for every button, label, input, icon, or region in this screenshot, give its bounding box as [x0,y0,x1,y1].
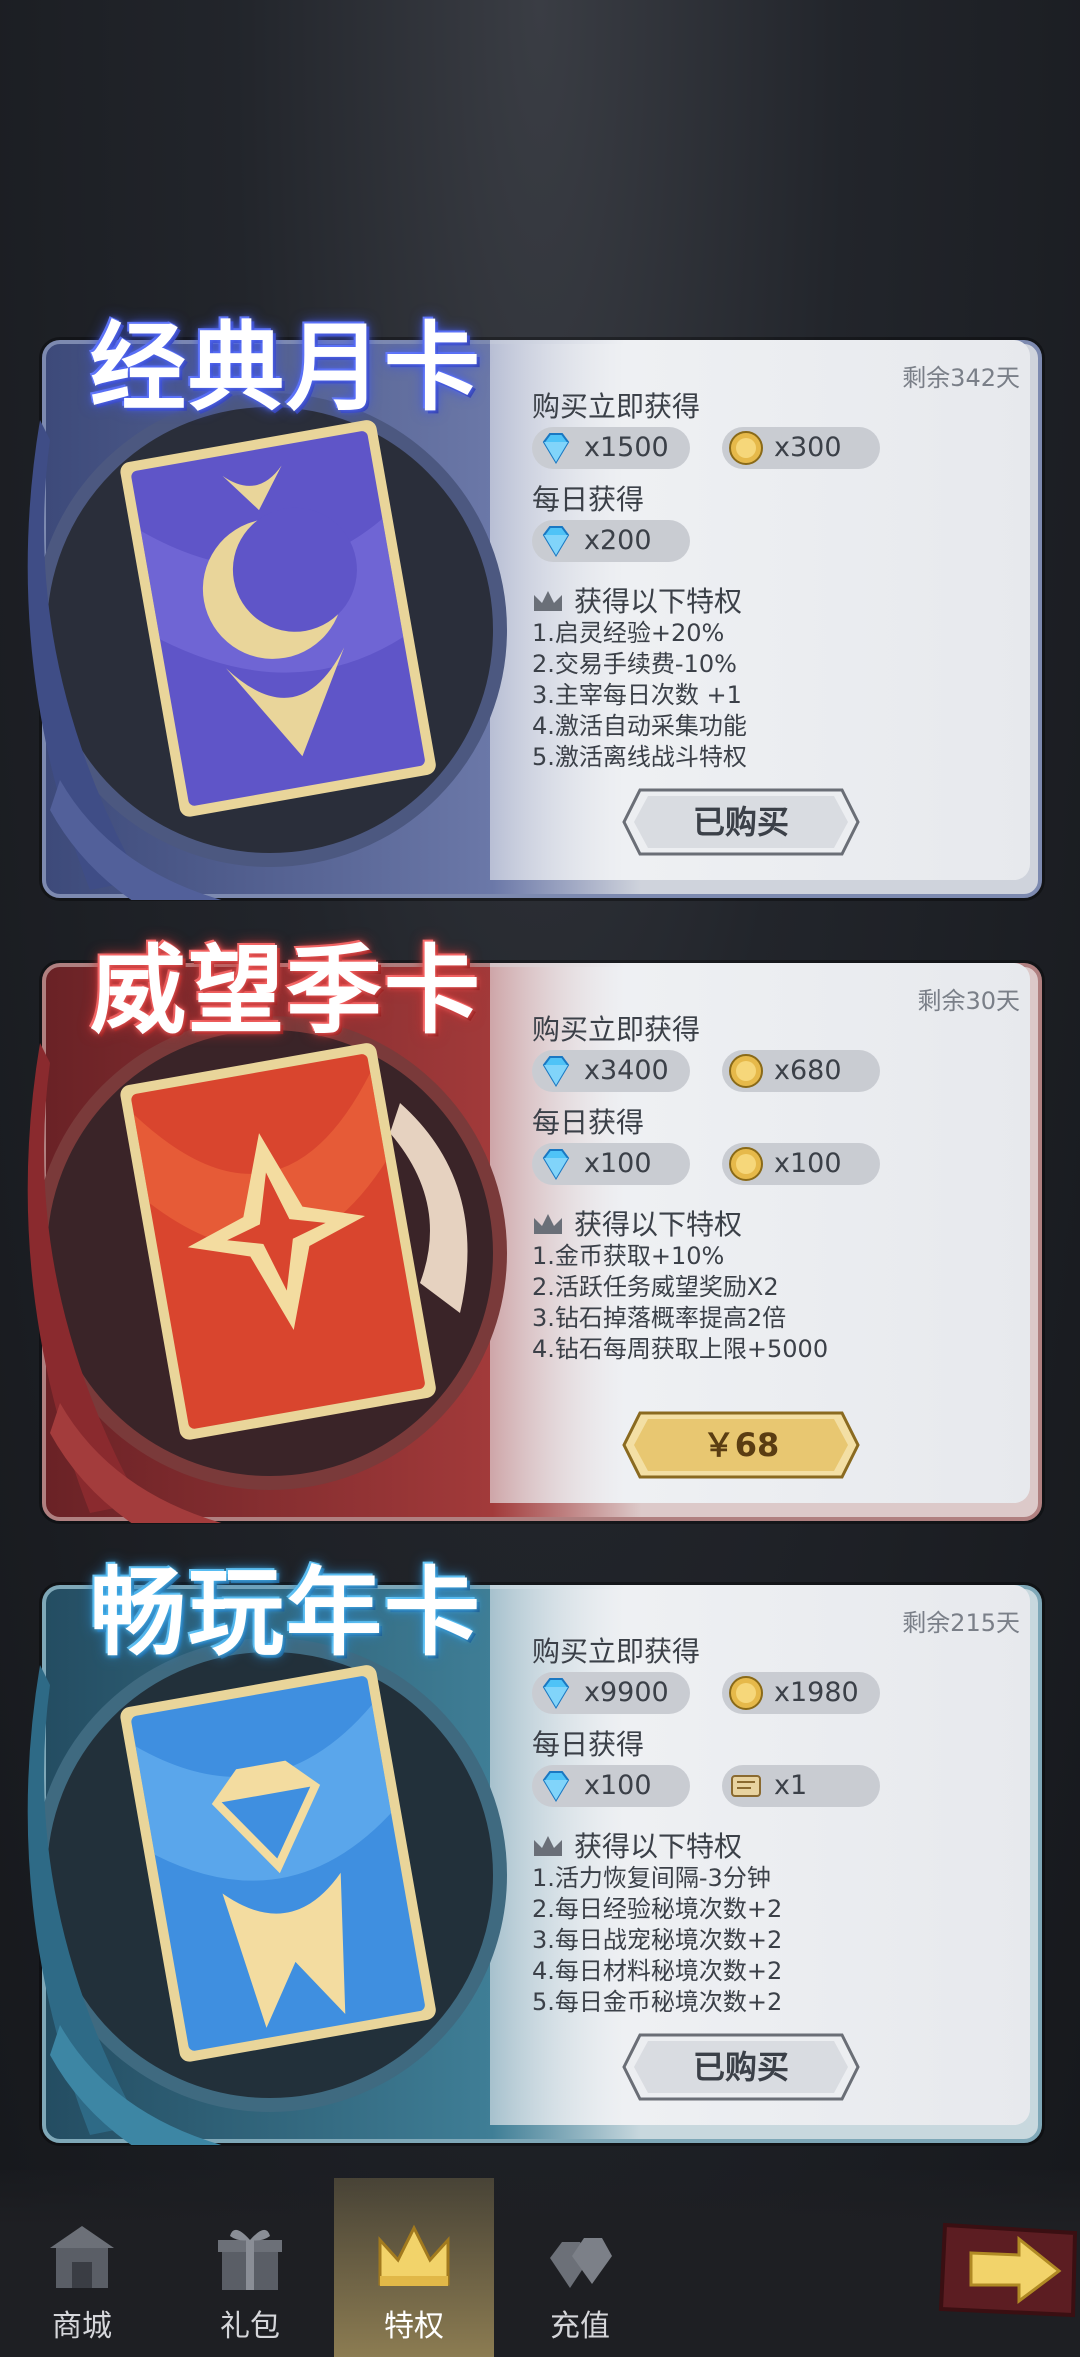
reward-pill: x1980 [722,1672,880,1714]
perk-item: 5.每日金币秘境次数+2 [532,1988,783,2015]
reward-value: x680 [774,1055,842,1086]
perk-item: 1.启灵经验+20% [532,619,725,647]
tab-label: 礼包 [220,2309,280,2344]
perk-item: 3.主宰每日次数 +1 [532,681,742,709]
perks-header: 获得以下特权 [532,1825,742,1865]
remaining-days: 剩余30天 [917,987,1020,1015]
perk-item: 1.活力恢复间隔-3分钟 [532,1864,771,1892]
perks-list[interactable]: 1.活力恢复间隔-3分钟 2.每日经验秘境次数+2 3.每日战宠秘境次数+2 4… [532,1863,972,2015]
card-title: 威望季卡 [90,934,482,1047]
reward-value: x3400 [584,1055,669,1086]
perks-list[interactable]: 1.启灵经验+20% 2.交易手续费-10% 3.主宰每日次数 +1 4.激活自… [532,618,972,770]
perks-header: 获得以下特权 [532,1203,742,1243]
tab-label: 特权 [384,2309,444,2344]
perk-item: 4.每日材料秘境次数+2 [532,1957,783,1985]
instant-label: 购买立即获得 [532,1635,701,1668]
coin-icon [729,1054,763,1088]
tab-gift[interactable]: 礼包 [170,2178,330,2357]
perks-label: 获得以下特权 [574,1830,743,1863]
perk-item: 2.交易手续费-10% [532,650,737,678]
reward-pill: x1 [722,1765,880,1807]
reward-pill: x680 [722,1050,880,1092]
button-label: 已购买 [692,803,789,841]
purchased-button[interactable]: 已购买 [620,2031,862,2103]
perks-label: 获得以下特权 [574,1208,743,1241]
scroll-icon [731,1775,761,1797]
diamond-pile-icon [550,2238,612,2288]
shop-icon [50,2226,114,2288]
reward-pill: x1500 [532,427,690,469]
reward-value: x1980 [774,1677,859,1708]
perk-item: 3.每日战宠秘境次数+2 [532,1926,783,1954]
diamond-icon [542,1678,570,1709]
diamond-icon [542,526,570,557]
reward-value: x300 [774,432,842,463]
perk-item: 2.活跃任务威望奖励X2 [532,1273,779,1301]
price-label: ￥68 [702,1426,780,1464]
diamond-card-art [27,1638,507,2145]
gift-icon [218,2229,282,2290]
reward-value: x100 [584,1148,652,1179]
crown-icon [534,1836,562,1856]
perks-list[interactable]: 1.金币获取+10% 2.活跃任务威望奖励X2 3.钻石掉落概率提高2倍 4.钻… [532,1241,972,1371]
coin-icon [729,431,763,465]
reward-pill: x3400 [532,1050,690,1092]
daily-label: 每日获得 [532,1728,645,1761]
instant-label: 购买立即获得 [532,1013,701,1046]
tab-label: 商城 [52,2309,112,2344]
tab-label: 充值 [550,2309,610,2344]
reward-pill: x100 [532,1765,690,1807]
tab-privilege[interactable]: 特权 [334,2178,494,2357]
perk-item: 3.钻石掉落概率提高2倍 [532,1304,787,1332]
card-title: 经典月卡 [90,311,482,424]
perk-item: 5.激活离线战斗特权 [532,743,747,770]
buy-button[interactable]: ￥68 [620,1409,862,1481]
crown-icon [534,591,562,611]
crown-icon [534,1214,562,1234]
reward-value: x100 [584,1770,652,1801]
diamond-icon [542,433,570,464]
perks-header: 获得以下特权 [532,580,742,620]
diamond-icon [542,1056,570,1087]
crown-icon [378,2224,450,2286]
reward-pill: x100 [532,1143,690,1185]
card-title: 畅玩年卡 [90,1556,482,1669]
perk-item: 4.钻石每周获取上限+5000 [532,1335,829,1363]
diamond-icon [542,1149,570,1180]
reward-value: x100 [774,1148,842,1179]
coin-icon [729,1676,763,1710]
card-seasonal: 威望季卡 剩余30天 购买立即获得 x3400 x680 每日获得 x100 x… [0,923,1080,1523]
reward-value: x1500 [584,432,669,463]
perk-item: 4.激活自动采集功能 [532,712,747,740]
arrow-right-icon[interactable] [935,2215,1080,2325]
tab-shop[interactable]: 商城 [2,2178,162,2357]
instant-label: 购买立即获得 [532,390,701,423]
moon-card-art [27,393,507,900]
reward-pill: x9900 [532,1672,690,1714]
reward-value: x9900 [584,1677,669,1708]
purchased-button[interactable]: 已购买 [620,786,862,858]
reward-pill: x200 [532,520,690,562]
perk-item: 1.金币获取+10% [532,1242,725,1270]
daily-label: 每日获得 [532,1106,645,1139]
flame-card-art [27,1016,507,1523]
button-label: 已购买 [692,2048,789,2086]
card-monthly: 经典月卡 剩余342天 购买立即获得 x1500 x300 每日获得 x200 … [0,300,1080,900]
diamond-icon [542,1771,570,1802]
reward-value: x1 [774,1770,808,1801]
perks-label: 获得以下特权 [574,585,743,618]
perk-item: 2.每日经验秘境次数+2 [532,1895,783,1923]
daily-label: 每日获得 [532,483,645,516]
card-annual: 畅玩年卡 剩余215天 购买立即获得 x9900 x1980 每日获得 x100… [0,1545,1080,2145]
remaining-days: 剩余215天 [902,1609,1020,1637]
reward-value: x200 [584,525,652,556]
remaining-days: 剩余342天 [902,364,1020,392]
reward-pill: x100 [722,1143,880,1185]
coin-icon [729,1147,763,1181]
reward-pill: x300 [722,427,880,469]
tab-recharge[interactable]: 充值 [500,2178,660,2357]
